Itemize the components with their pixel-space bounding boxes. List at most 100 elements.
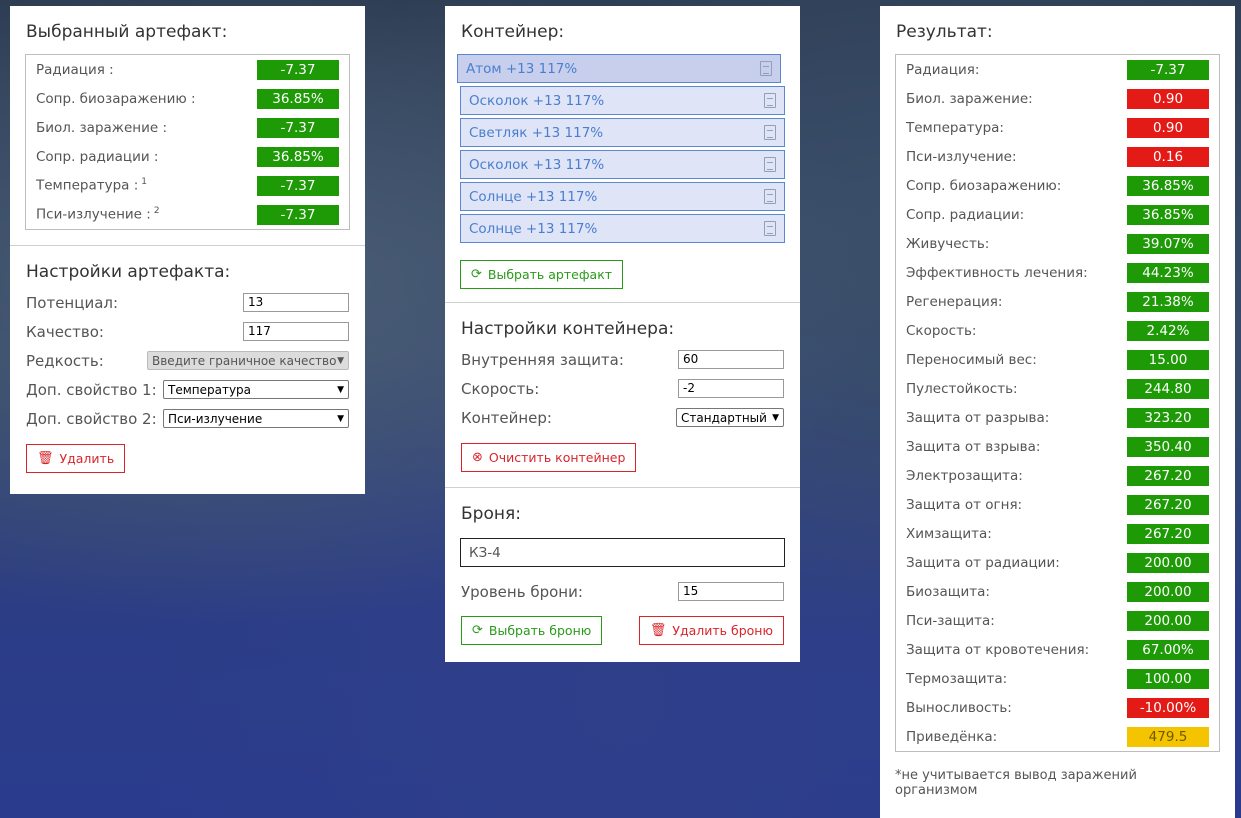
stat-value: 244.80 — [1127, 378, 1209, 399]
armor-name-input[interactable]: КЗ-4 — [460, 538, 785, 567]
container-item[interactable]: Осколок +13 117% — [460, 150, 785, 179]
document-icon[interactable] — [760, 61, 772, 76]
stat-row: Сопр. радиации : 36.85% — [26, 142, 349, 171]
protection-input[interactable]: 60 — [678, 350, 784, 369]
trash-icon: 🗑 — [649, 623, 667, 638]
stat-label-text: Приведёнка: — [906, 728, 998, 745]
delete-artifact-label: Удалить — [59, 451, 115, 466]
stat-row: Температура :1 -7.37 — [26, 171, 349, 200]
stat-label: Сопр. радиации: — [906, 207, 1024, 223]
stat-value: 200.00 — [1127, 581, 1209, 602]
document-icon[interactable] — [764, 125, 776, 140]
stat-row: Электрозащита: 267.20 — [896, 461, 1219, 490]
rarity-row: Редкость: Введите граничное качество ▼ — [26, 346, 349, 375]
armor-level-label: Уровень брони: — [461, 582, 583, 601]
potential-input[interactable]: 13 — [243, 293, 349, 312]
stat-value: 39.07% — [1127, 233, 1209, 254]
quality-input[interactable]: 117 — [243, 322, 349, 341]
stat-label: Защита от разрыва: — [906, 410, 1049, 426]
stat-label-text: Защита от кровотечения: — [906, 641, 1090, 658]
select-armor-label: Выбрать броню — [488, 623, 592, 638]
stat-label-text: Сопр. радиации : — [36, 148, 159, 165]
stat-row: Сопр. радиации: 36.85% — [896, 200, 1219, 229]
stat-value: 267.20 — [1127, 523, 1209, 544]
stat-row: Скорость: 2.42% — [896, 316, 1219, 345]
container-item[interactable]: Осколок +13 117% — [460, 86, 785, 115]
stat-value: 479.5 — [1127, 726, 1209, 747]
stat-value: 36.85% — [257, 146, 339, 167]
stat-label-text: Температура: — [906, 119, 1004, 136]
delete-artifact-button[interactable]: 🗑 Удалить — [26, 444, 126, 473]
container-item[interactable]: Солнце +13 117% — [460, 182, 785, 211]
stat-label: Сопр. радиации : — [36, 149, 158, 165]
clear-container-button[interactable]: ⊗ Очистить контейнер — [461, 443, 637, 472]
stat-label: Сопр. биозаражению: — [906, 178, 1061, 194]
rarity-select: Введите граничное качество ▼ — [147, 351, 349, 370]
stat-value: 350.40 — [1127, 436, 1209, 457]
delete-armor-button[interactable]: 🗑 Удалить броню — [638, 616, 784, 645]
delete-armor-label: Удалить броню — [672, 623, 773, 638]
stat-row: Сопр. биозаражению: 36.85% — [896, 171, 1219, 200]
document-icon[interactable] — [764, 93, 776, 108]
stat-row: Радиация : -7.37 — [26, 55, 349, 84]
stat-row: Регенерация: 21.38% — [896, 287, 1219, 316]
stat-label-text: Электрозащита: — [906, 467, 1023, 484]
armor-title: Броня: — [461, 504, 521, 524]
stat-row: Термозащита: 100.00 — [896, 664, 1219, 693]
speed-row: Скорость: -2 — [461, 374, 784, 403]
stat-value: 36.85% — [257, 88, 339, 109]
container-type-label: Контейнер: — [461, 408, 552, 427]
stat-label-text: Пси-излучение : — [36, 206, 151, 223]
document-icon[interactable] — [764, 189, 776, 204]
rarity-value: Введите граничное качество — [152, 353, 337, 368]
stat-label: Скорость: — [906, 323, 976, 339]
document-icon[interactable] — [764, 221, 776, 236]
container-item-label: Светляк +13 117% — [469, 124, 604, 141]
extra1-select[interactable]: Температура ▼ — [163, 380, 349, 399]
close-circle-icon: ⊗ — [472, 450, 483, 465]
stat-label-text: Выносливость: — [906, 699, 1012, 716]
artifact-panel: Выбранный артефакт: Радиация : -7.37 Сопр.… — [10, 6, 365, 494]
container-item[interactable]: Атом +13 117% — [457, 54, 781, 83]
stat-label: Биозащита: — [906, 584, 990, 600]
container-item-label: Осколок +13 117% — [469, 156, 605, 173]
extra1-value: Температура — [168, 382, 252, 397]
stat-value: 67.00% — [1127, 639, 1209, 660]
stat-value: 100.00 — [1127, 668, 1209, 689]
container-type-select[interactable]: Стандартный ▼ — [676, 408, 784, 427]
container-item[interactable]: Солнце +13 117% — [460, 214, 785, 243]
stat-label-text: Радиация : — [36, 61, 114, 78]
protection-row: Внутренняя защита: 60 — [461, 345, 784, 374]
stat-label: Эффективность лечения: — [906, 265, 1088, 281]
stat-label: Защита от огня: — [906, 497, 1022, 513]
stat-row: Приведёнка: 479.5 — [896, 722, 1219, 751]
extra2-select[interactable]: Пси-излучение ▼ — [163, 409, 349, 428]
stat-row: Биол. заражение : -7.37 — [26, 113, 349, 142]
extra1-row: Доп. свойство 1: Температура ▼ — [26, 375, 349, 404]
select-armor-button[interactable]: ⟳ Выбрать броню — [461, 616, 603, 645]
stat-label-text: Сопр. радиации: — [906, 206, 1025, 223]
armor-level-input[interactable]: 15 — [678, 582, 784, 601]
stat-label-text: Сопр. биозаражению : — [36, 90, 196, 107]
footnote-marker: 2 — [153, 206, 160, 217]
stat-label-text: Пси-защита: — [906, 612, 995, 629]
container-item[interactable]: Светляк +13 117% — [460, 118, 785, 147]
stat-label: Регенерация: — [906, 294, 1002, 310]
stat-label-text: Эффективность лечения: — [906, 264, 1088, 281]
refresh-icon: ⟳ — [472, 623, 483, 638]
footnote-marker: 1 — [141, 177, 147, 188]
stat-label: Выносливость: — [906, 700, 1012, 716]
artifact-title: Выбранный артефакт: — [26, 22, 228, 42]
artifact-stats: Радиация : -7.37 Сопр. биозаражению : 36.85… — [25, 54, 350, 230]
speed-input[interactable]: -2 — [678, 379, 784, 398]
extra2-row: Доп. свойство 2: Пси-излучение ▼ — [26, 404, 349, 433]
stat-label-text: Химзащита: — [906, 525, 992, 542]
trash-icon: 🗑 — [37, 451, 54, 466]
stat-label-text: Пси-излучение: — [906, 148, 1017, 165]
document-icon[interactable] — [764, 157, 776, 172]
select-artifact-button[interactable]: ⟳ Выбрать артефакт — [460, 260, 624, 289]
potential-label: Потенциал: — [26, 293, 119, 312]
quality-row: Качество: 117 — [26, 317, 349, 346]
stat-label: Защита от кровотечения: — [906, 642, 1089, 658]
stat-label: Защита от взрыва: — [906, 439, 1040, 455]
